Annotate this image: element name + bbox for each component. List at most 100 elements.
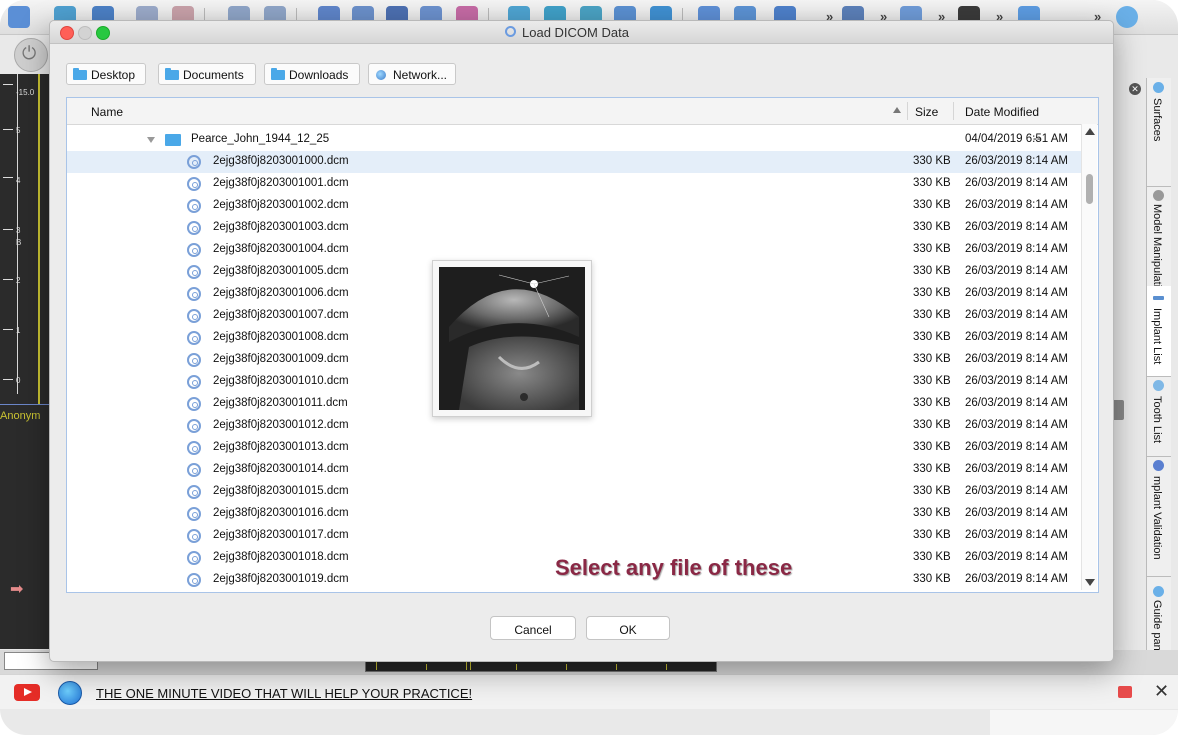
scroll-up-icon[interactable] bbox=[1085, 128, 1095, 135]
sidebar-item-downloads[interactable]: Downloads bbox=[264, 63, 360, 85]
globe-icon[interactable] bbox=[58, 681, 82, 705]
column-header-size[interactable]: Size bbox=[915, 105, 938, 119]
file-date: 26/03/2019 8:14 AM bbox=[965, 287, 1068, 299]
translate-icon[interactable] bbox=[1118, 686, 1132, 698]
dialog-title: Load DICOM Data bbox=[522, 25, 629, 40]
file-size: 330 KB bbox=[913, 419, 951, 431]
file-size: 330 KB bbox=[913, 397, 951, 409]
yellow-guide-line bbox=[38, 74, 40, 404]
file-name: 2ejg38f0j8203001001.dcm bbox=[213, 177, 349, 189]
cancel-button[interactable]: Cancel bbox=[490, 616, 576, 640]
file-row[interactable]: 2ejg38f0j8203001000.dcm 330 KB 26/03/2019 … bbox=[67, 151, 1081, 173]
close-window-button[interactable] bbox=[60, 26, 74, 40]
sidebar-item-desktop[interactable]: Desktop bbox=[66, 63, 146, 85]
file-name: 2ejg38f0j8203001014.dcm bbox=[213, 463, 349, 475]
tab-implant-validation[interactable]: mplant Validation bbox=[1147, 456, 1171, 577]
tab-label: mplant Validation bbox=[1151, 476, 1163, 560]
file-name: 2ejg38f0j8203001016.dcm bbox=[213, 507, 349, 519]
file-size: 330 KB bbox=[913, 573, 951, 585]
file-size: 330 KB bbox=[913, 287, 951, 299]
file-row[interactable]: 2ejg38f0j8203001017.dcm 330 KB 26/03/2019 … bbox=[67, 525, 1081, 547]
tab-label: Tooth List bbox=[1151, 396, 1163, 444]
sidebar-item-documents[interactable]: Documents bbox=[158, 63, 256, 85]
ruler-tick bbox=[3, 84, 13, 85]
file-list-scrollbar[interactable] bbox=[1081, 124, 1097, 590]
app-window: » » » » » ⏻ -15.0 5 4 3 B 2 1 0 Anonym ➡… bbox=[0, 0, 1178, 735]
tab-tooth-list[interactable]: Tooth List bbox=[1147, 376, 1171, 457]
tool-arrow-icon[interactable] bbox=[8, 6, 30, 28]
file-row[interactable]: 2ejg38f0j8203001016.dcm 330 KB 26/03/2019 … bbox=[67, 503, 1081, 525]
file-name: 2ejg38f0j8203001013.dcm bbox=[213, 441, 349, 453]
scale-label: 5 bbox=[16, 126, 21, 135]
file-date: 26/03/2019 8:14 AM bbox=[965, 155, 1068, 167]
file-row[interactable]: 2ejg38f0j8203001013.dcm 330 KB 26/03/2019 … bbox=[67, 437, 1081, 459]
dicom-file-icon bbox=[187, 353, 201, 367]
file-row[interactable]: 2ejg38f0j8203001012.dcm 330 KB 26/03/2019 … bbox=[67, 415, 1081, 437]
sort-ascending-icon[interactable] bbox=[893, 107, 901, 113]
file-name: 2ejg38f0j8203001017.dcm bbox=[213, 529, 349, 541]
file-name: 2ejg38f0j8203001009.dcm bbox=[213, 353, 349, 365]
file-name: 2ejg38f0j8203001010.dcm bbox=[213, 375, 349, 387]
dicom-file-icon bbox=[187, 441, 201, 455]
file-size: 330 KB bbox=[913, 199, 951, 211]
file-row[interactable]: 2ejg38f0j8203001001.dcm 330 KB 26/03/2019 … bbox=[67, 173, 1081, 195]
file-row[interactable]: 2ejg38f0j8203001004.dcm 330 KB 26/03/2019 … bbox=[67, 239, 1081, 261]
folder-row[interactable]: Pearce_John_1944_12_25 -- 04/04/2019 6:5… bbox=[67, 129, 1081, 151]
arrow-icon[interactable]: ➡ bbox=[10, 579, 23, 599]
file-date: 26/03/2019 8:14 AM bbox=[965, 463, 1068, 475]
tab-implant-list[interactable]: Implant List bbox=[1147, 286, 1171, 377]
minimize-window-button[interactable] bbox=[78, 26, 92, 40]
dicom-file-icon bbox=[187, 507, 201, 521]
column-header-name[interactable]: Name bbox=[91, 105, 123, 119]
patient-label: Anonym bbox=[0, 410, 41, 422]
ruler-tick bbox=[3, 329, 13, 330]
file-name: 2ejg38f0j8203001011.dcm bbox=[213, 397, 348, 409]
dicom-file-icon bbox=[187, 397, 201, 411]
folder-icon bbox=[271, 68, 285, 80]
surfaces-icon bbox=[1153, 82, 1164, 93]
file-name: 2ejg38f0j8203001004.dcm bbox=[213, 243, 349, 255]
disclosure-triangle-icon[interactable] bbox=[147, 137, 155, 143]
youtube-icon[interactable] bbox=[14, 684, 40, 701]
file-row[interactable]: 2ejg38f0j8203001003.dcm 330 KB 26/03/2019 … bbox=[67, 217, 1081, 239]
sidebar-item-network[interactable]: Network... bbox=[368, 63, 456, 85]
dicom-file-icon bbox=[187, 331, 201, 345]
tooth-icon bbox=[1153, 380, 1164, 391]
power-button[interactable]: ⏻ bbox=[14, 38, 48, 72]
dicom-file-icon bbox=[187, 155, 201, 169]
scroll-down-icon[interactable] bbox=[1085, 579, 1095, 586]
promo-link[interactable]: THE ONE MINUTE VIDEO THAT WILL HELP YOUR… bbox=[96, 686, 472, 701]
close-icon[interactable]: ✕ bbox=[1154, 681, 1169, 702]
dicom-file-icon bbox=[187, 265, 201, 279]
file-date: 26/03/2019 8:14 AM bbox=[965, 529, 1068, 541]
file-name: 2ejg38f0j8203001019.dcm bbox=[213, 573, 349, 585]
blue-guide-line bbox=[0, 404, 52, 405]
file-name: 2ejg38f0j8203001000.dcm bbox=[213, 155, 349, 167]
file-row[interactable]: 2ejg38f0j8203001015.dcm 330 KB 26/03/2019 … bbox=[67, 481, 1081, 503]
folder-icon bbox=[73, 68, 87, 80]
file-list[interactable]: Name Size Date Modified Pearce_John_1944… bbox=[66, 97, 1099, 593]
zoom-window-button[interactable] bbox=[96, 26, 110, 40]
dicom-preview bbox=[432, 260, 592, 417]
scroll-thumb[interactable] bbox=[1086, 174, 1093, 204]
file-row[interactable]: 2ejg38f0j8203001002.dcm 330 KB 26/03/2019 … bbox=[67, 195, 1081, 217]
dicom-file-icon bbox=[187, 177, 201, 191]
column-header-date[interactable]: Date Modified bbox=[965, 105, 1039, 119]
app-logo-icon[interactable] bbox=[1116, 6, 1138, 28]
file-size: 330 KB bbox=[913, 507, 951, 519]
column-separator bbox=[953, 102, 954, 120]
ruler-tick bbox=[3, 279, 13, 280]
panel-close-icon[interactable]: ✕ bbox=[1129, 83, 1141, 95]
tab-surfaces[interactable]: Surfaces bbox=[1147, 78, 1171, 187]
ok-button[interactable]: OK bbox=[586, 616, 670, 640]
ruler-tick bbox=[566, 664, 567, 670]
file-row[interactable]: 2ejg38f0j8203001014.dcm 330 KB 26/03/2019 … bbox=[67, 459, 1081, 481]
dicom-file-icon bbox=[187, 221, 201, 235]
dicom-file-icon bbox=[187, 529, 201, 543]
file-date: 26/03/2019 8:14 AM bbox=[965, 573, 1068, 585]
folder-icon bbox=[165, 134, 181, 146]
file-size: 330 KB bbox=[913, 551, 951, 563]
file-date: 26/03/2019 8:14 AM bbox=[965, 221, 1068, 233]
file-date: 26/03/2019 8:14 AM bbox=[965, 375, 1068, 387]
tab-model-manipulation[interactable]: Model Manipulation bbox=[1147, 186, 1171, 299]
